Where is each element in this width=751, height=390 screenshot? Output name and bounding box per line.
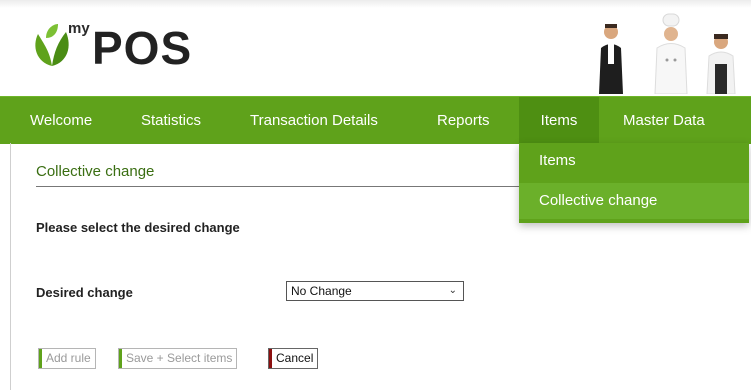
desired-change-value: No Change [291, 284, 352, 298]
nav-transaction-details[interactable]: Transaction Details [250, 97, 378, 144]
staff-banner-image [599, 13, 736, 94]
add-rule-button[interactable]: Add rule [38, 348, 96, 369]
main-navbar: Welcome Statistics Transaction Details R… [0, 96, 751, 144]
header: my POS [0, 0, 751, 96]
cancel-button[interactable]: Cancel [268, 348, 319, 369]
dropdown-item-collective-change[interactable]: Collective change [519, 183, 749, 219]
nav-statistics[interactable]: Statistics [141, 97, 201, 144]
desired-change-select[interactable]: No Change ⌄ [286, 281, 464, 301]
logo-pos-text: POS [92, 22, 193, 74]
mypos-logo[interactable]: my POS [32, 16, 222, 76]
desired-change-label: Desired change [36, 285, 133, 300]
logo-my-text: my [68, 20, 90, 37]
leaf-logo-icon [35, 24, 69, 66]
nav-reports[interactable]: Reports [437, 97, 490, 144]
chevron-down-icon: ⌄ [448, 285, 457, 296]
nav-master-data[interactable]: Master Data [623, 97, 705, 144]
dropdown-item-items[interactable]: Items [519, 143, 749, 179]
section-divider [36, 186, 520, 187]
nav-welcome[interactable]: Welcome [30, 97, 92, 144]
items-dropdown-menu: Items Collective change [519, 143, 749, 223]
instruction-text: Please select the desired change [36, 220, 240, 235]
section-title: Collective change [36, 163, 155, 180]
save-select-items-button[interactable]: Save + Select items [118, 348, 238, 369]
nav-items[interactable]: Items [519, 97, 599, 144]
